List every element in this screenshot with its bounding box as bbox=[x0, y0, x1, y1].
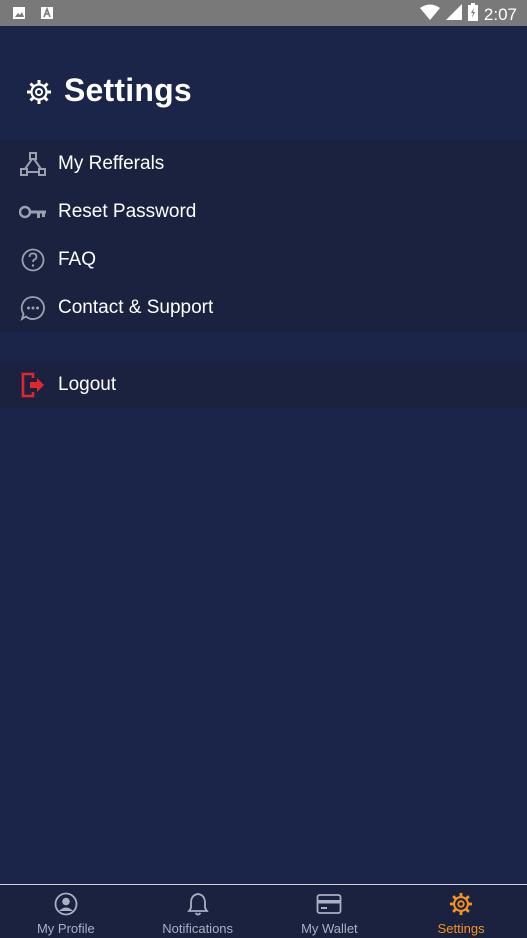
page-title: Settings bbox=[64, 72, 192, 108]
wifi-icon bbox=[419, 4, 440, 25]
logout-button[interactable]: Logout bbox=[0, 362, 527, 408]
tab-label: Settings bbox=[437, 921, 485, 936]
user-icon bbox=[53, 891, 79, 917]
menu-item-reset-password[interactable]: Reset Password bbox=[0, 188, 527, 236]
menu-item-faq[interactable]: FAQ bbox=[0, 236, 527, 284]
bell-icon bbox=[185, 891, 211, 917]
chat-bubble-icon bbox=[19, 294, 47, 322]
menu-item-label: Reset Password bbox=[58, 201, 197, 222]
gear-icon bbox=[26, 79, 52, 110]
logout-section: Logout bbox=[0, 362, 527, 408]
wallet-icon bbox=[316, 891, 342, 917]
settings-menu: My Refferals Reset Password FAQ Contact … bbox=[0, 140, 527, 332]
a-notification-icon bbox=[40, 6, 54, 25]
status-right: 2:07 bbox=[419, 3, 517, 26]
tab-label: My Profile bbox=[36, 921, 95, 936]
menu-item-referrals[interactable]: My Refferals bbox=[0, 140, 527, 188]
signal-icon bbox=[445, 4, 462, 25]
gear-icon bbox=[448, 891, 474, 917]
tab-my-wallet[interactable]: My Wallet bbox=[264, 885, 396, 938]
status-time: 2:07 bbox=[483, 4, 517, 24]
tab-notifications[interactable]: Notifications bbox=[132, 885, 264, 938]
question-circle-icon bbox=[19, 246, 47, 274]
status-left bbox=[12, 6, 54, 25]
menu-item-label: FAQ bbox=[58, 249, 97, 270]
network-icon bbox=[19, 150, 47, 178]
tab-settings[interactable]: Settings bbox=[395, 885, 527, 938]
logout-icon bbox=[19, 371, 47, 399]
bottom-nav: My Profile Notifications My Wallet Setti… bbox=[0, 884, 527, 938]
status-bar: 2:07 bbox=[0, 0, 527, 26]
battery-icon bbox=[467, 3, 478, 26]
menu-item-label: Contact & Support bbox=[58, 297, 214, 318]
tab-label: My Wallet bbox=[301, 921, 358, 936]
key-icon bbox=[19, 198, 47, 226]
tab-label: Notifications bbox=[162, 921, 234, 936]
menu-item-label: My Refferals bbox=[58, 153, 165, 174]
menu-item-contact-support[interactable]: Contact & Support bbox=[0, 284, 527, 332]
page-header: Settings bbox=[0, 26, 527, 140]
image-icon bbox=[12, 6, 26, 25]
logout-label: Logout bbox=[58, 374, 117, 395]
tab-my-profile[interactable]: My Profile bbox=[0, 885, 132, 938]
